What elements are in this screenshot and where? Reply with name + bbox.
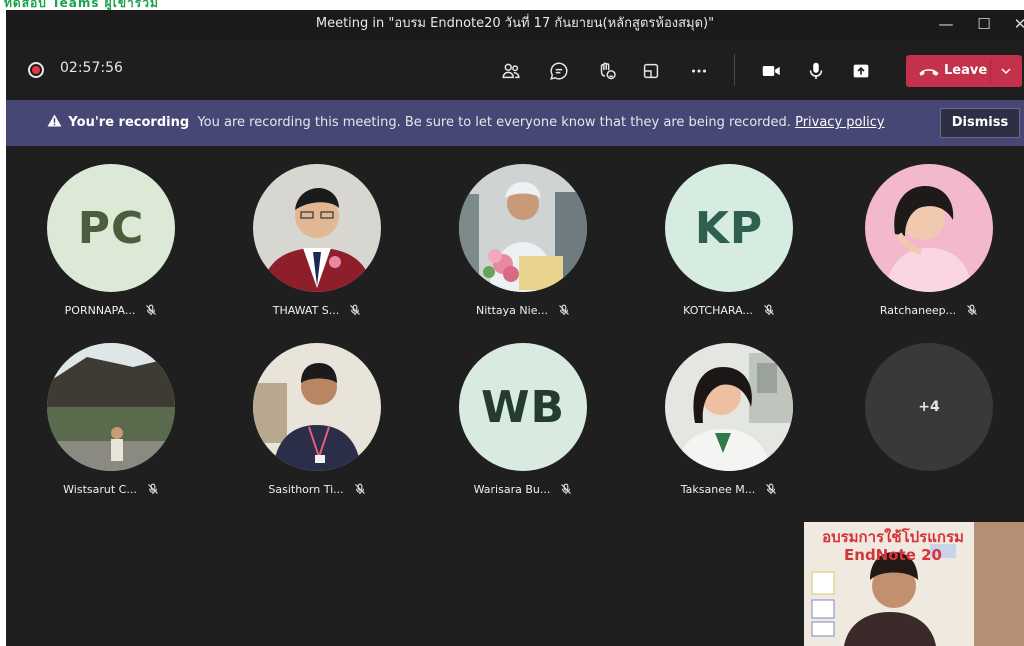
camera-icon bbox=[762, 65, 780, 77]
avatar: KP bbox=[665, 164, 793, 292]
avatar bbox=[459, 164, 587, 292]
recording-banner: You're recording You are recording this … bbox=[6, 100, 1024, 146]
participant-tile[interactable]: KP KOTCHARA... bbox=[634, 164, 824, 334]
rooms-button[interactable] bbox=[636, 56, 666, 86]
participant-name: Sasithorn Ti... bbox=[268, 483, 344, 496]
chat-icon bbox=[550, 62, 568, 80]
recording-message: You're recording You are recording this … bbox=[6, 114, 926, 130]
camera-button[interactable] bbox=[756, 56, 786, 86]
participant-photo-icon bbox=[865, 164, 993, 292]
participant-name-row: Sasithorn Ti... bbox=[222, 483, 412, 496]
toolbar-separator bbox=[734, 54, 735, 86]
avatar bbox=[253, 343, 381, 471]
mic-off-icon bbox=[764, 304, 774, 316]
participant-name-row: Warisara Bu... bbox=[428, 483, 618, 496]
dismiss-button[interactable]: Dismiss bbox=[940, 108, 1020, 138]
participant-photo-icon bbox=[47, 343, 175, 471]
mic-off-icon bbox=[967, 304, 977, 316]
hang-up-icon bbox=[919, 69, 939, 76]
mic-off-icon bbox=[559, 304, 569, 316]
participant-tile[interactable]: Wistsarut C... bbox=[16, 343, 206, 513]
participant-name-row: Nittaya Nie... bbox=[428, 304, 618, 317]
leave-divider bbox=[990, 59, 991, 83]
participant-name: Wistsarut C... bbox=[63, 483, 137, 496]
recording-title: You're recording bbox=[68, 115, 190, 130]
more-icon bbox=[691, 69, 707, 73]
slide-title: อบรมการใช้โปรแกรม EndNote 20 bbox=[822, 528, 964, 564]
avatar: WB bbox=[459, 343, 587, 471]
title-bar: Meeting in "อบรม Endnote20 วันที่ 17 กัน… bbox=[6, 10, 1024, 40]
chat-button[interactable] bbox=[544, 56, 574, 86]
share-screen-icon bbox=[853, 64, 869, 78]
leave-button[interactable]: Leave bbox=[906, 55, 1022, 87]
more-participants-count: +4 bbox=[865, 343, 993, 471]
participant-photo-icon bbox=[253, 164, 381, 292]
avatar: PC bbox=[47, 164, 175, 292]
raise-hand-icon bbox=[600, 62, 616, 80]
minimize-button[interactable]: — bbox=[928, 10, 964, 38]
participant-tile[interactable]: PC PORNNAPA... bbox=[16, 164, 206, 334]
microphone-icon bbox=[809, 62, 823, 79]
participant-tile[interactable]: Ratchaneep... bbox=[834, 164, 1024, 334]
participant-name-row: PORNNAPA... bbox=[16, 304, 206, 317]
recording-indicator-icon bbox=[28, 62, 44, 78]
microphone-button[interactable] bbox=[801, 56, 831, 86]
background-text: ทดสอบ Teams ผู้เข้าร่วม bbox=[4, 0, 159, 10]
mic-off-icon bbox=[147, 483, 158, 495]
participant-photo-icon bbox=[665, 343, 793, 471]
breakout-rooms-icon bbox=[643, 63, 659, 79]
participant-tile[interactable]: WB Warisara Bu... bbox=[428, 343, 618, 513]
avatar bbox=[47, 343, 175, 471]
teams-meeting-window: Meeting in "อบรม Endnote20 วันที่ 17 กัน… bbox=[6, 10, 1024, 646]
warning-icon bbox=[47, 114, 62, 127]
participant-name: THAWAT S... bbox=[272, 304, 340, 317]
participant-name: Ratchaneep... bbox=[879, 304, 957, 317]
participant-name-row: Taksanee M... bbox=[634, 483, 824, 496]
participant-tile[interactable]: Taksanee M... bbox=[634, 343, 824, 513]
maximize-button[interactable]: ☐ bbox=[966, 10, 1002, 38]
participant-name-row: Ratchaneep... bbox=[834, 304, 1024, 317]
participant-name: PORNNAPA... bbox=[64, 304, 136, 317]
privacy-policy-link[interactable]: Privacy policy bbox=[795, 115, 884, 130]
participant-name-row: THAWAT S... bbox=[222, 304, 412, 317]
window-title: Meeting in "อบรม Endnote20 วันที่ 17 กัน… bbox=[315, 16, 715, 31]
mic-off-icon bbox=[561, 483, 572, 495]
close-button[interactable]: ✕ bbox=[1002, 10, 1024, 38]
participant-photo-icon bbox=[253, 343, 381, 471]
mic-off-icon bbox=[354, 483, 365, 495]
participant-photo-icon bbox=[459, 164, 587, 292]
participants-button[interactable] bbox=[496, 56, 526, 86]
leave-label: Leave bbox=[944, 63, 988, 78]
participant-tile[interactable]: THAWAT S... bbox=[222, 164, 412, 334]
participant-name: Nittaya Nie... bbox=[476, 304, 548, 317]
avatar bbox=[253, 164, 381, 292]
reactions-button[interactable] bbox=[592, 56, 622, 86]
mic-off-icon bbox=[766, 483, 777, 495]
self-view-video[interactable]: อบรมการใช้โปรแกรม EndNote 20 bbox=[804, 522, 1024, 646]
participant-name: Taksanee M... bbox=[680, 483, 756, 496]
participant-name: KOTCHARA... bbox=[683, 304, 753, 317]
more-actions-button[interactable] bbox=[684, 56, 714, 86]
background-strip: ทดสอบ Teams ผู้เข้าร่วม bbox=[0, 0, 1024, 10]
recording-text: You are recording this meeting. Be sure … bbox=[197, 115, 791, 130]
more-participants-tile[interactable]: +4 bbox=[834, 343, 1024, 513]
meeting-toolbar: 02:57:56 Leave bbox=[6, 40, 1024, 100]
share-button[interactable] bbox=[846, 56, 876, 86]
people-icon bbox=[502, 63, 520, 79]
participant-name-row: KOTCHARA... bbox=[634, 304, 824, 317]
meeting-timer: 02:57:56 bbox=[60, 60, 123, 76]
participant-name-row: Wistsarut C... bbox=[16, 483, 206, 496]
chevron-down-icon[interactable] bbox=[996, 61, 1016, 81]
participant-tile[interactable]: Sasithorn Ti... bbox=[222, 343, 412, 513]
mic-off-icon bbox=[146, 304, 157, 316]
mic-off-icon bbox=[350, 304, 361, 316]
participant-name: Warisara Bu... bbox=[473, 483, 551, 496]
avatar bbox=[865, 164, 993, 292]
participant-tile[interactable]: Nittaya Nie... bbox=[428, 164, 618, 334]
avatar bbox=[665, 343, 793, 471]
